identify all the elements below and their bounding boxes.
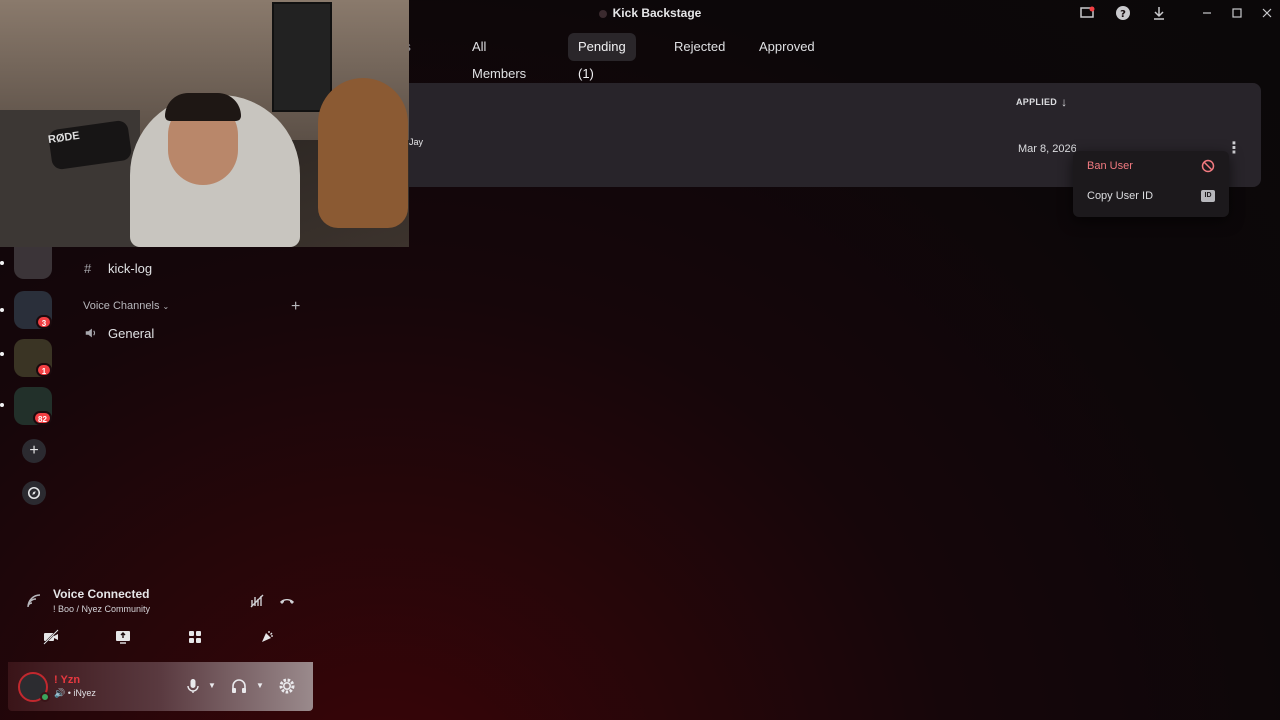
camera-off-icon — [43, 629, 59, 645]
sort-down-icon: ↓ — [1061, 95, 1068, 109]
unread-pill — [0, 261, 4, 265]
activities-button[interactable] — [164, 626, 226, 648]
chevron-down-icon[interactable]: ▼ — [208, 681, 216, 690]
user-panel: ! Yzn 🔊 • iNyez ▼ ▼ — [8, 662, 313, 711]
webcam-poster — [272, 2, 332, 112]
mention-badge: 82 — [33, 411, 52, 425]
soundboard-button[interactable] — [236, 626, 298, 648]
hashtag-icon: # — [84, 261, 92, 276]
channel-kick-log[interactable]: # kick-log — [84, 261, 152, 276]
add-server-icon[interactable]: + — [22, 439, 46, 463]
unread-pill — [0, 308, 4, 312]
inbox-icon[interactable] — [1078, 5, 1096, 23]
close-icon[interactable] — [1258, 5, 1276, 23]
ban-icon — [1201, 159, 1215, 173]
screen-share-icon — [116, 631, 130, 644]
disconnect-icon[interactable] — [278, 592, 296, 610]
ban-user-menu-item[interactable]: Ban User — [1079, 153, 1223, 179]
mention-badge: 1 — [36, 363, 52, 377]
voice-channels-category[interactable]: Voice Channels ⌄ — [83, 300, 169, 312]
id-icon: ID — [1201, 190, 1215, 202]
member-applied-date: Mar 8, 2026 — [1018, 143, 1076, 155]
noise-suppression-icon[interactable] — [248, 592, 266, 610]
server-icon-current[interactable] — [14, 247, 52, 279]
webcam-person-hair — [165, 93, 241, 121]
tab-rejected[interactable]: Rejected — [664, 33, 735, 61]
camera-off-button[interactable] — [20, 626, 82, 648]
tab-pending[interactable]: Pending (1) — [568, 33, 636, 81]
headphones-icon[interactable] — [230, 677, 248, 695]
member-context-menu: Ban User Copy User ID ID — [1073, 151, 1229, 217]
download-icon[interactable] — [1150, 5, 1168, 23]
tab-approved[interactable]: Approved — [749, 33, 825, 61]
activities-icon — [189, 631, 201, 643]
user-tag: 🔊 • iNyez — [54, 688, 96, 698]
copy-user-id-menu-item[interactable]: Copy User ID ID — [1079, 183, 1223, 209]
svg-text:?: ? — [1120, 9, 1126, 20]
voice-connected-title: Voice Connected — [53, 587, 150, 601]
chevron-down-icon[interactable]: ▼ — [256, 681, 264, 690]
channel-general-voice[interactable]: General — [84, 326, 154, 341]
server-rail: 3 1 82 + — [0, 247, 68, 577]
settings-gear-icon[interactable] — [278, 677, 296, 695]
unread-pill — [0, 352, 4, 356]
member-name[interactable]: Jay — [409, 137, 423, 147]
maximize-icon[interactable] — [1228, 5, 1246, 23]
voice-status-panel: Voice Connected ! Boo / Nyez Community — [8, 578, 313, 658]
column-header-applied[interactable]: APPLIED ↓ — [1016, 95, 1067, 109]
webcam-plush-bear — [318, 78, 408, 228]
server-icon — [598, 10, 607, 18]
chevron-down-icon: ⌄ — [162, 302, 170, 311]
tab-all-members[interactable]: All Members — [462, 33, 536, 81]
soundboard-icon — [262, 631, 273, 642]
discover-icon[interactable] — [22, 481, 46, 505]
minimize-icon[interactable] — [1198, 5, 1216, 23]
unread-pill — [0, 403, 4, 407]
speaker-icon — [84, 326, 100, 341]
online-status-icon — [40, 692, 50, 702]
screen-share-button[interactable] — [92, 626, 154, 648]
voice-channel-path[interactable]: ! Boo / Nyez Community — [53, 604, 150, 614]
microphone-icon[interactable] — [184, 677, 202, 695]
help-icon[interactable]: ? — [1114, 5, 1132, 23]
webcam-overlay: RØDE — [0, 0, 409, 247]
mention-badge: 3 — [36, 315, 52, 329]
username[interactable]: ! Yzn — [54, 674, 80, 686]
connection-signal-icon[interactable] — [26, 593, 42, 609]
add-channel-icon[interactable]: + — [291, 298, 300, 316]
